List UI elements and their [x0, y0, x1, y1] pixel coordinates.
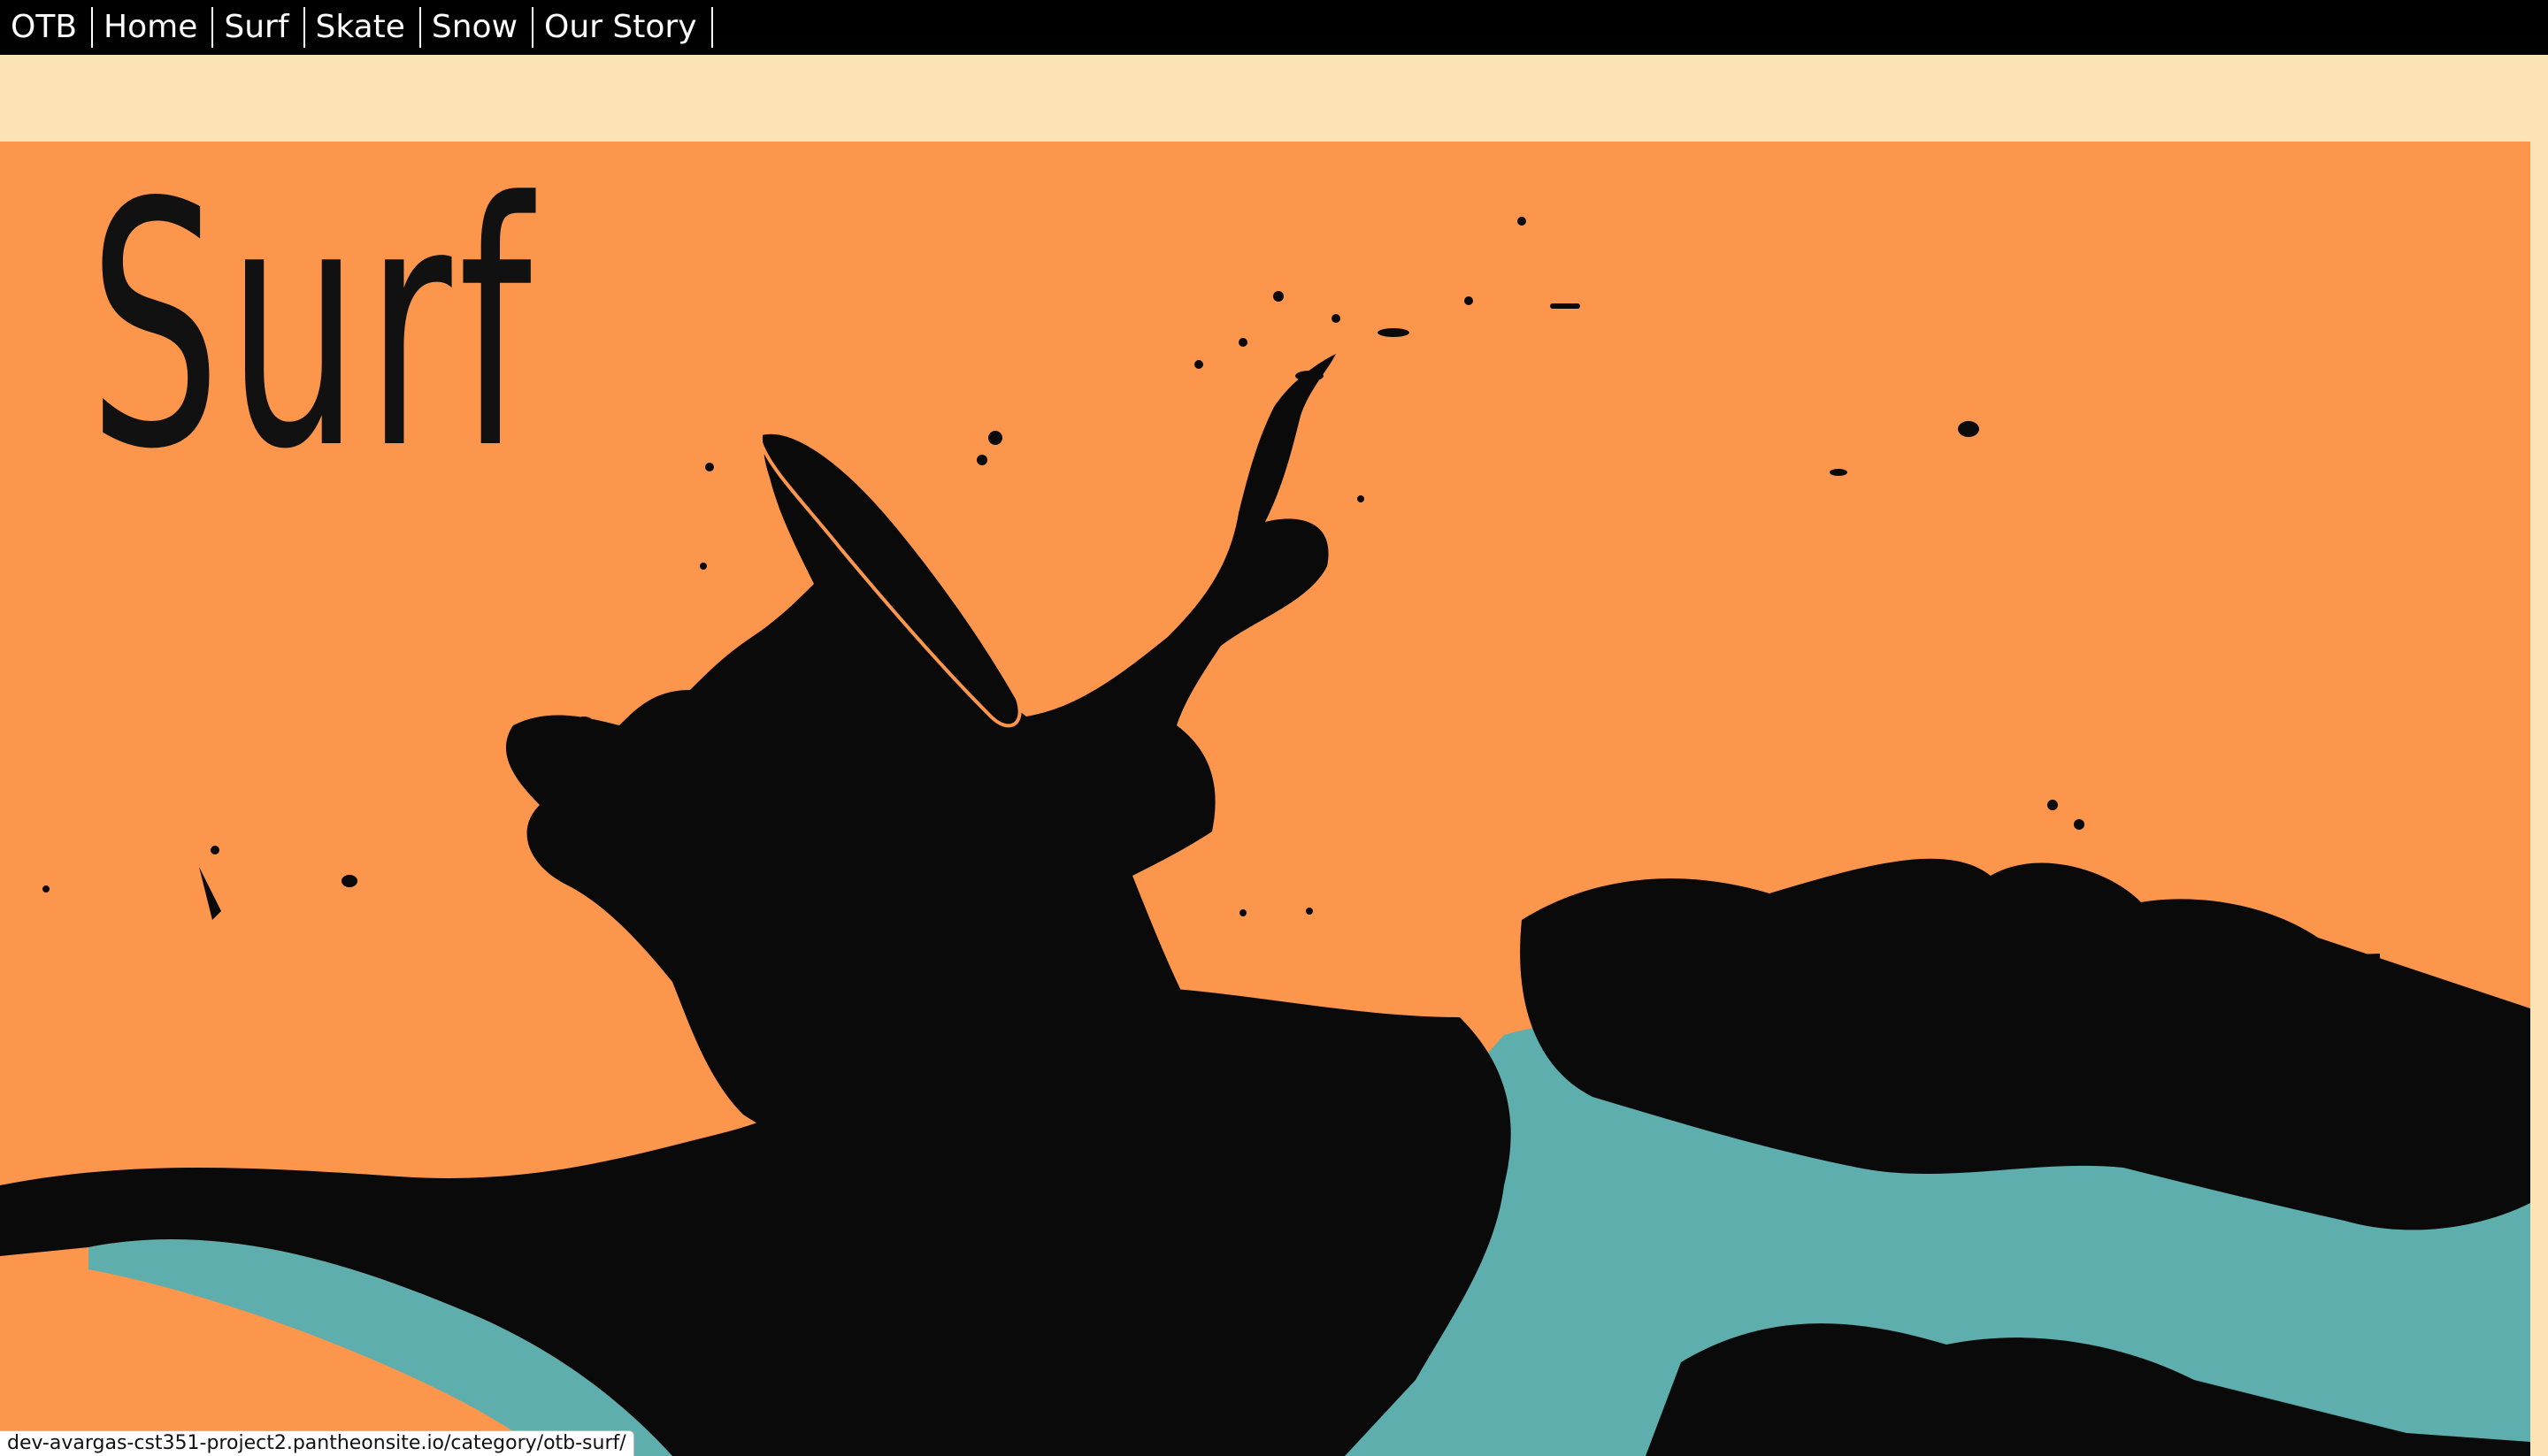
hero-title: Surf — [88, 142, 539, 523]
status-bar-url: dev-avargas-cst351-project2.pantheonsite… — [0, 1430, 634, 1456]
nav-item-our-story[interactable]: Our Story — [533, 0, 713, 55]
hero-banner: Surf — [0, 142, 2530, 1456]
nav-item-home[interactable]: Home — [93, 0, 214, 55]
nav-item-surf[interactable]: Surf — [213, 0, 305, 55]
nav-item-otb[interactable]: OTB — [0, 0, 94, 55]
header-spacer-band — [0, 55, 2548, 142]
nav-item-skate[interactable]: Skate — [305, 0, 422, 55]
nav-item-snow[interactable]: Snow — [421, 0, 534, 55]
top-navigation: OTB Home Surf Skate Snow Our Story — [0, 0, 2548, 55]
